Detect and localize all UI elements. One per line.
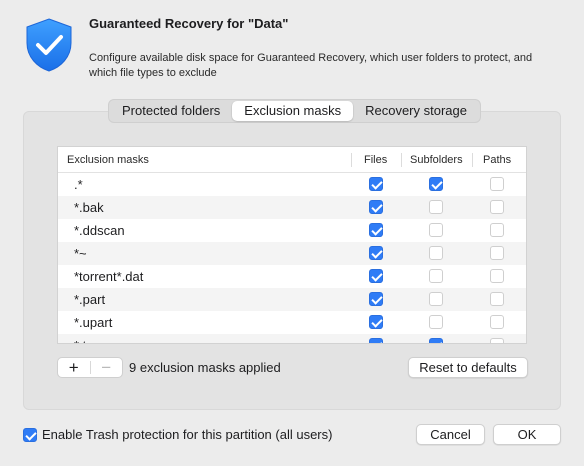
table-row[interactable]: *.part <box>58 288 526 311</box>
files-checkbox[interactable] <box>369 338 383 343</box>
paths-checkbox[interactable] <box>490 338 504 343</box>
table-row[interactable]: *.bak <box>58 196 526 219</box>
trash-protection-label: Enable Trash protection for this partiti… <box>42 427 333 442</box>
files-checkbox[interactable] <box>369 246 383 260</box>
table-header: Exclusion masks Files Subfolders Paths <box>58 147 526 173</box>
mask-pattern: *.part <box>74 292 106 307</box>
subfolders-checkbox[interactable] <box>429 223 443 237</box>
table-row[interactable]: .* <box>58 173 526 196</box>
paths-checkbox[interactable] <box>490 246 504 260</box>
paths-checkbox[interactable] <box>490 177 504 191</box>
paths-checkbox[interactable] <box>490 223 504 237</box>
column-header-files[interactable]: Files <box>364 147 387 173</box>
files-checkbox[interactable] <box>369 223 383 237</box>
column-header-subfolders[interactable]: Subfolders <box>410 147 463 173</box>
add-mask-button[interactable]: + <box>58 358 90 377</box>
table-row[interactable]: *torrent*.dat <box>58 265 526 288</box>
mask-count-text: 9 exclusion masks applied <box>129 360 281 375</box>
subfolders-checkbox[interactable] <box>429 177 443 191</box>
files-checkbox[interactable] <box>369 315 383 329</box>
column-divider <box>401 153 402 167</box>
mask-pattern: *.bak <box>74 200 104 215</box>
column-divider <box>472 153 473 167</box>
subfolders-checkbox[interactable] <box>429 269 443 283</box>
cancel-button[interactable]: Cancel <box>416 424 485 445</box>
tab-exclusion-masks[interactable]: Exclusion masks <box>232 101 354 121</box>
paths-checkbox[interactable] <box>490 292 504 306</box>
subfolders-checkbox[interactable] <box>429 292 443 306</box>
files-checkbox[interactable] <box>369 200 383 214</box>
mask-pattern: *.upart <box>74 315 113 330</box>
table-row[interactable]: *.upart <box>58 311 526 334</box>
mask-pattern: .* <box>74 177 83 192</box>
remove-mask-button[interactable]: − <box>90 358 122 377</box>
table-body: .* *.bak *.ddscan *~ *torrent*.dat *.part *.up… <box>58 173 526 343</box>
table-row[interactable]: *~ <box>58 242 526 265</box>
ok-button[interactable]: OK <box>493 424 561 445</box>
table-row[interactable]: *.tmp <box>58 334 526 343</box>
shield-check-icon <box>26 18 72 72</box>
subfolders-checkbox[interactable] <box>429 338 443 343</box>
files-checkbox[interactable] <box>369 269 383 283</box>
tab-bar: Protected folders Exclusion masks Recove… <box>108 99 481 123</box>
subfolders-checkbox[interactable] <box>429 315 443 329</box>
dialog-title: Guaranteed Recovery for "Data" <box>89 16 289 31</box>
subfolders-checkbox[interactable] <box>429 200 443 214</box>
tab-recovery-storage[interactable]: Recovery storage <box>353 101 479 121</box>
column-header-paths[interactable]: Paths <box>483 147 511 173</box>
reset-to-defaults-button[interactable]: Reset to defaults <box>408 357 528 378</box>
mask-pattern: *~ <box>74 246 87 261</box>
paths-checkbox[interactable] <box>490 200 504 214</box>
column-divider <box>351 153 352 167</box>
files-checkbox[interactable] <box>369 177 383 191</box>
paths-checkbox[interactable] <box>490 269 504 283</box>
dialog-description: Configure available disk space for Guara… <box>89 52 533 79</box>
tab-protected-folders[interactable]: Protected folders <box>110 101 232 121</box>
mask-pattern: *torrent*.dat <box>74 269 144 284</box>
paths-checkbox[interactable] <box>490 315 504 329</box>
trash-protection-checkbox[interactable] <box>23 428 37 442</box>
mask-pattern: *.tmp <box>74 334 104 343</box>
table-row[interactable]: *.ddscan <box>58 219 526 242</box>
add-remove-control: + − <box>57 357 123 378</box>
files-checkbox[interactable] <box>369 292 383 306</box>
subfolders-checkbox[interactable] <box>429 246 443 260</box>
exclusion-masks-table: Exclusion masks Files Subfolders Paths .… <box>57 146 527 344</box>
column-header-mask[interactable]: Exclusion masks <box>67 147 149 173</box>
mask-pattern: *.ddscan <box>74 223 125 238</box>
guaranteed-recovery-dialog: Guaranteed Recovery for "Data" Configure… <box>0 0 584 466</box>
